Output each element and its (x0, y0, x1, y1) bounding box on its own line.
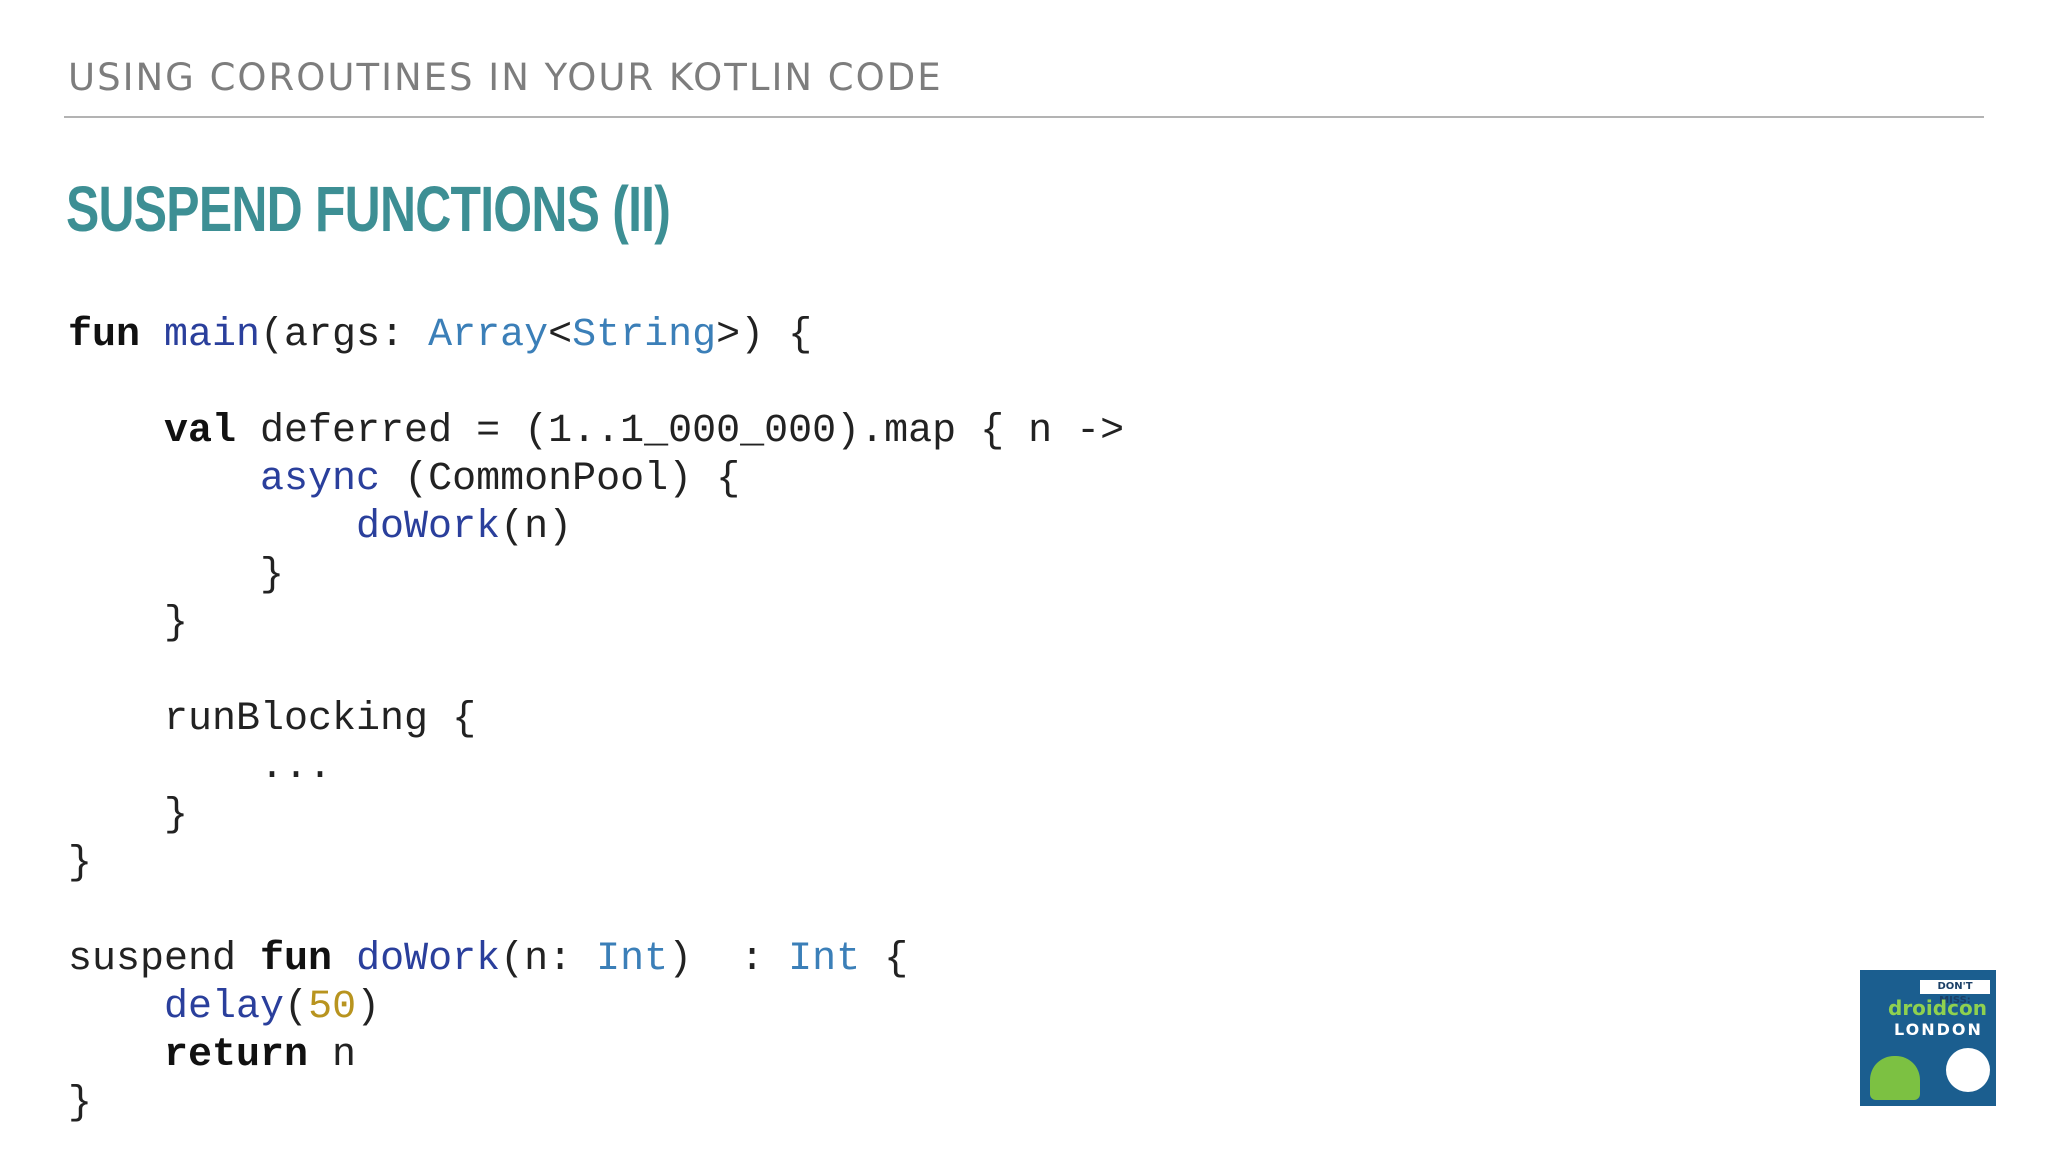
badge-date-circle (1946, 1048, 1990, 1092)
slide-header: USING COROUTINES IN YOUR KOTLIN CODE (68, 56, 943, 99)
code-line-8: ... (260, 745, 333, 790)
code-line-5: } (260, 553, 285, 598)
code-line-6: } (164, 601, 189, 646)
code-line-9: } (164, 793, 189, 838)
code-line-7: runBlocking { (164, 697, 477, 742)
badge-london-text: LONDON (1894, 1020, 1983, 1039)
code-line-14: } (68, 1081, 93, 1126)
code-line-3: async (CommonPool) { (260, 457, 741, 502)
code-block: fun main(args: Array<String>) { val defe… (68, 312, 1124, 1128)
code-line-2: val deferred = (1..1_000_000).map { n -> (164, 409, 1125, 454)
badge-droidcon-text: droidcon (1888, 996, 1987, 1020)
header-divider (64, 116, 1984, 118)
code-line-12: delay(50) (164, 985, 381, 1030)
droidcon-london-badge: DON'T MISS: droidcon LONDON (1860, 970, 1996, 1106)
code-line-10: } (68, 841, 93, 886)
code-line-4: doWork(n) (356, 505, 573, 550)
code-line-1: fun main(args: Array<String>) { (68, 313, 813, 358)
android-mascot-icon (1870, 1056, 1920, 1100)
badge-dont-miss: DON'T MISS: (1920, 980, 1990, 1006)
code-line-11: suspend fun doWork(n: Int) : Int { (68, 937, 909, 982)
slide-title: SUSPEND FUNCTIONS (II) (66, 173, 671, 245)
code-line-13: return n (164, 1033, 357, 1078)
